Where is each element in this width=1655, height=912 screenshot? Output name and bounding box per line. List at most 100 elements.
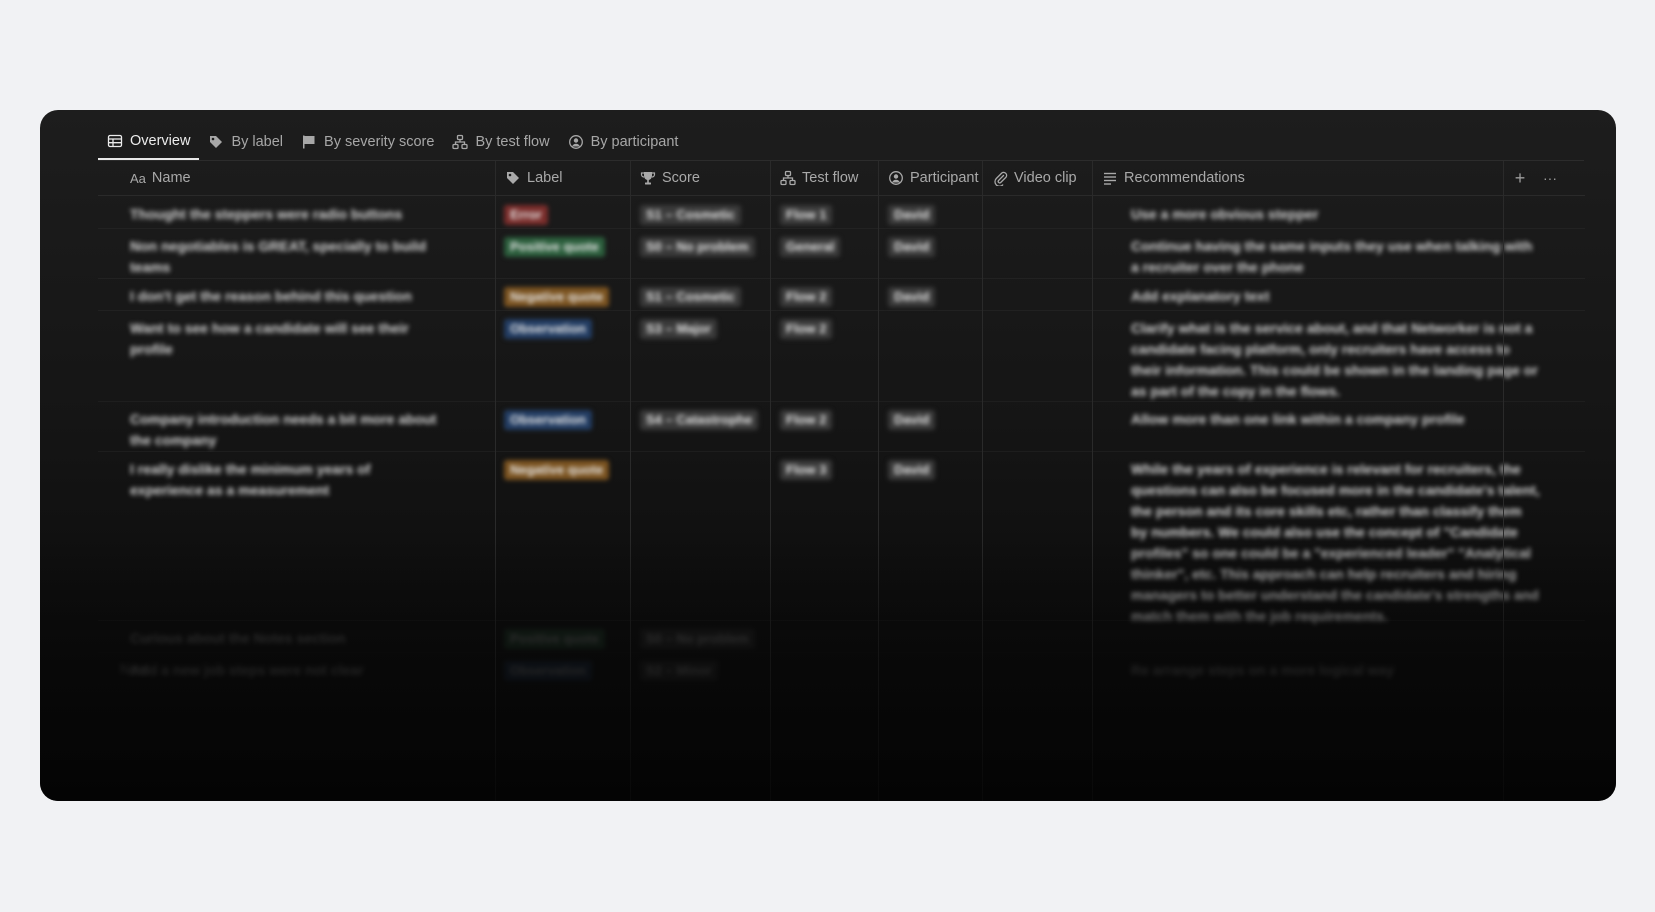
row-name[interactable]: Add a new job steps were not clear bbox=[130, 660, 440, 681]
column-header-label: Name bbox=[151, 170, 191, 186]
row-score-cell[interactable]: S4 – Catastrophe bbox=[640, 409, 759, 430]
table-row[interactable]: Company introduction needs a bit more ab… bbox=[98, 401, 1585, 452]
row-name[interactable]: Thought the steppers were radio buttons bbox=[130, 204, 440, 225]
flow-tag: Flow 2 bbox=[780, 287, 833, 307]
row-label-cell[interactable]: Observation bbox=[504, 660, 592, 681]
row-participant-cell[interactable]: David bbox=[888, 459, 936, 480]
column-header-score[interactable]: Score bbox=[630, 161, 770, 195]
tab-label: By participant bbox=[590, 134, 679, 150]
row-name[interactable]: I don't get the reason behind this quest… bbox=[130, 286, 440, 307]
flow-tag: Flow 2 bbox=[780, 410, 833, 430]
tab-by-severity-score[interactable]: By severity score bbox=[292, 124, 443, 160]
row-name[interactable]: Curious about the Notes section bbox=[130, 628, 440, 649]
row-participant-cell[interactable]: David bbox=[888, 236, 936, 257]
flow-tag: Flow 1 bbox=[780, 205, 833, 225]
label-tag: Negative quote bbox=[504, 287, 610, 307]
column-divider bbox=[1503, 161, 1504, 801]
table-row[interactable]: Non negotiables is GREAT, specially to b… bbox=[98, 228, 1585, 279]
row-flow-cell[interactable]: General bbox=[780, 236, 841, 257]
table-row[interactable]: I really dislike the minimum years of ex… bbox=[98, 451, 1585, 624]
column-header-video[interactable]: Video clip bbox=[982, 161, 1092, 195]
add-column-button[interactable]: + bbox=[1505, 161, 1535, 195]
more-options-button[interactable]: ··· bbox=[1535, 161, 1565, 195]
tab-label: By label bbox=[231, 134, 284, 150]
text-type-icon: Aa bbox=[130, 170, 146, 186]
row-score-cell[interactable]: S2 – Minor bbox=[640, 660, 718, 681]
column-header-participant[interactable]: Participant bbox=[878, 161, 982, 195]
column-divider bbox=[495, 161, 496, 801]
flag-icon bbox=[301, 134, 317, 150]
row-flow-cell[interactable]: Flow 3 bbox=[780, 459, 833, 480]
column-header-flow[interactable]: Test flow bbox=[770, 161, 878, 195]
table-row[interactable]: Curious about the Notes section Positive … bbox=[98, 620, 1585, 653]
tab-label: By test flow bbox=[475, 134, 550, 150]
table-row[interactable]: Add a new job steps were not clear Observ… bbox=[98, 652, 1585, 685]
row-participant-cell[interactable]: David bbox=[888, 286, 936, 307]
row-label-cell[interactable]: Observation bbox=[504, 318, 592, 339]
row-recommendation[interactable]: While the years of experience is relevan… bbox=[1131, 459, 1541, 627]
row-score-cell[interactable]: S3 – Major bbox=[640, 318, 718, 339]
row-name[interactable]: Non negotiables is GREAT, specially to b… bbox=[130, 236, 440, 278]
column-header-label: Score bbox=[662, 170, 700, 186]
column-header-label: Recommendations bbox=[1124, 170, 1245, 186]
row-recommendation[interactable]: Re arrange steps on a more logical way bbox=[1131, 660, 1541, 681]
row-participant-cell[interactable]: David bbox=[888, 204, 936, 225]
row-label-cell[interactable]: Negative quote bbox=[504, 459, 610, 480]
row-score-cell[interactable]: S0 – No problem bbox=[640, 236, 755, 257]
tab-label: By severity score bbox=[324, 134, 435, 150]
row-score-cell[interactable]: S1 – Cosmetic bbox=[640, 204, 741, 225]
flow-icon bbox=[780, 170, 796, 186]
table-icon bbox=[107, 133, 123, 149]
label-tag: Negative quote bbox=[504, 460, 610, 480]
column-header-label[interactable]: Label bbox=[495, 161, 630, 195]
row-label-cell[interactable]: Positive quote bbox=[504, 236, 605, 257]
label-tag: Error bbox=[504, 205, 548, 225]
participant-tag: David bbox=[888, 410, 936, 430]
row-label-cell[interactable]: Error bbox=[504, 204, 548, 225]
row-name[interactable]: Company introduction needs a bit more ab… bbox=[130, 409, 440, 451]
label-tag: Positive quote bbox=[504, 629, 605, 649]
row-name[interactable]: Want to see how a candidate will see the… bbox=[130, 318, 440, 360]
tab-by-participant[interactable]: By participant bbox=[559, 124, 688, 160]
row-flow-cell[interactable]: Flow 1 bbox=[780, 204, 833, 225]
table-row[interactable]: Thought the steppers were radio buttons E… bbox=[98, 196, 1585, 229]
row-label-cell[interactable]: Positive quote bbox=[504, 628, 605, 649]
score-tag: S0 – No problem bbox=[640, 237, 755, 257]
database-panel: Overview By label By severity score By test… bbox=[40, 110, 1616, 801]
table-row[interactable]: Want to see how a candidate will see the… bbox=[98, 310, 1585, 402]
row-flow-cell[interactable]: Flow 2 bbox=[780, 318, 833, 339]
column-header-name[interactable]: Aa Name bbox=[120, 161, 495, 195]
row-flow-cell[interactable]: Flow 2 bbox=[780, 286, 833, 307]
view-tabs: Overview By label By severity score By test… bbox=[98, 124, 687, 160]
row-recommendation[interactable]: Use a more obvious stepper bbox=[1131, 204, 1541, 225]
database-table: Aa Name Label Score Test flow Participant Vide… bbox=[98, 161, 1585, 801]
participant-tag: David bbox=[888, 287, 936, 307]
participant-tag: David bbox=[888, 460, 936, 480]
score-tag: S3 – Major bbox=[640, 319, 718, 339]
new-row-button[interactable]: New bbox=[120, 661, 148, 677]
column-header-rec[interactable]: Recommendations bbox=[1092, 161, 1482, 195]
row-score-cell[interactable]: S1 – Cosmetic bbox=[640, 286, 741, 307]
label-tag: Observation bbox=[504, 319, 592, 339]
row-recommendation[interactable]: Continue having the same inputs they use… bbox=[1131, 236, 1541, 278]
row-label-cell[interactable]: Observation bbox=[504, 409, 592, 430]
score-tag: S0 – No problem bbox=[640, 629, 755, 649]
row-flow-cell[interactable]: Flow 2 bbox=[780, 409, 833, 430]
row-recommendation[interactable]: Clarify what is the service about, and t… bbox=[1131, 318, 1541, 402]
flow-tag: Flow 2 bbox=[780, 319, 833, 339]
row-recommendation[interactable]: Add explanatory text bbox=[1131, 286, 1541, 307]
participant-tag: David bbox=[888, 205, 936, 225]
row-participant-cell[interactable]: David bbox=[888, 409, 936, 430]
tag-icon bbox=[208, 134, 224, 150]
label-tag: Observation bbox=[504, 661, 592, 681]
row-recommendation[interactable]: Allow more than one link within a compan… bbox=[1131, 409, 1541, 430]
row-score-cell[interactable]: S0 – No problem bbox=[640, 628, 755, 649]
row-name[interactable]: I really dislike the minimum years of ex… bbox=[130, 459, 440, 501]
person-circle-icon bbox=[888, 170, 904, 186]
tab-overview[interactable]: Overview bbox=[98, 124, 200, 160]
column-header-label: Test flow bbox=[802, 170, 859, 186]
row-label-cell[interactable]: Negative quote bbox=[504, 286, 610, 307]
table-row[interactable]: I don't get the reason behind this quest… bbox=[98, 278, 1585, 311]
tab-by-label[interactable]: By label bbox=[199, 124, 292, 160]
tab-by-test-flow[interactable]: By test flow bbox=[443, 124, 558, 160]
